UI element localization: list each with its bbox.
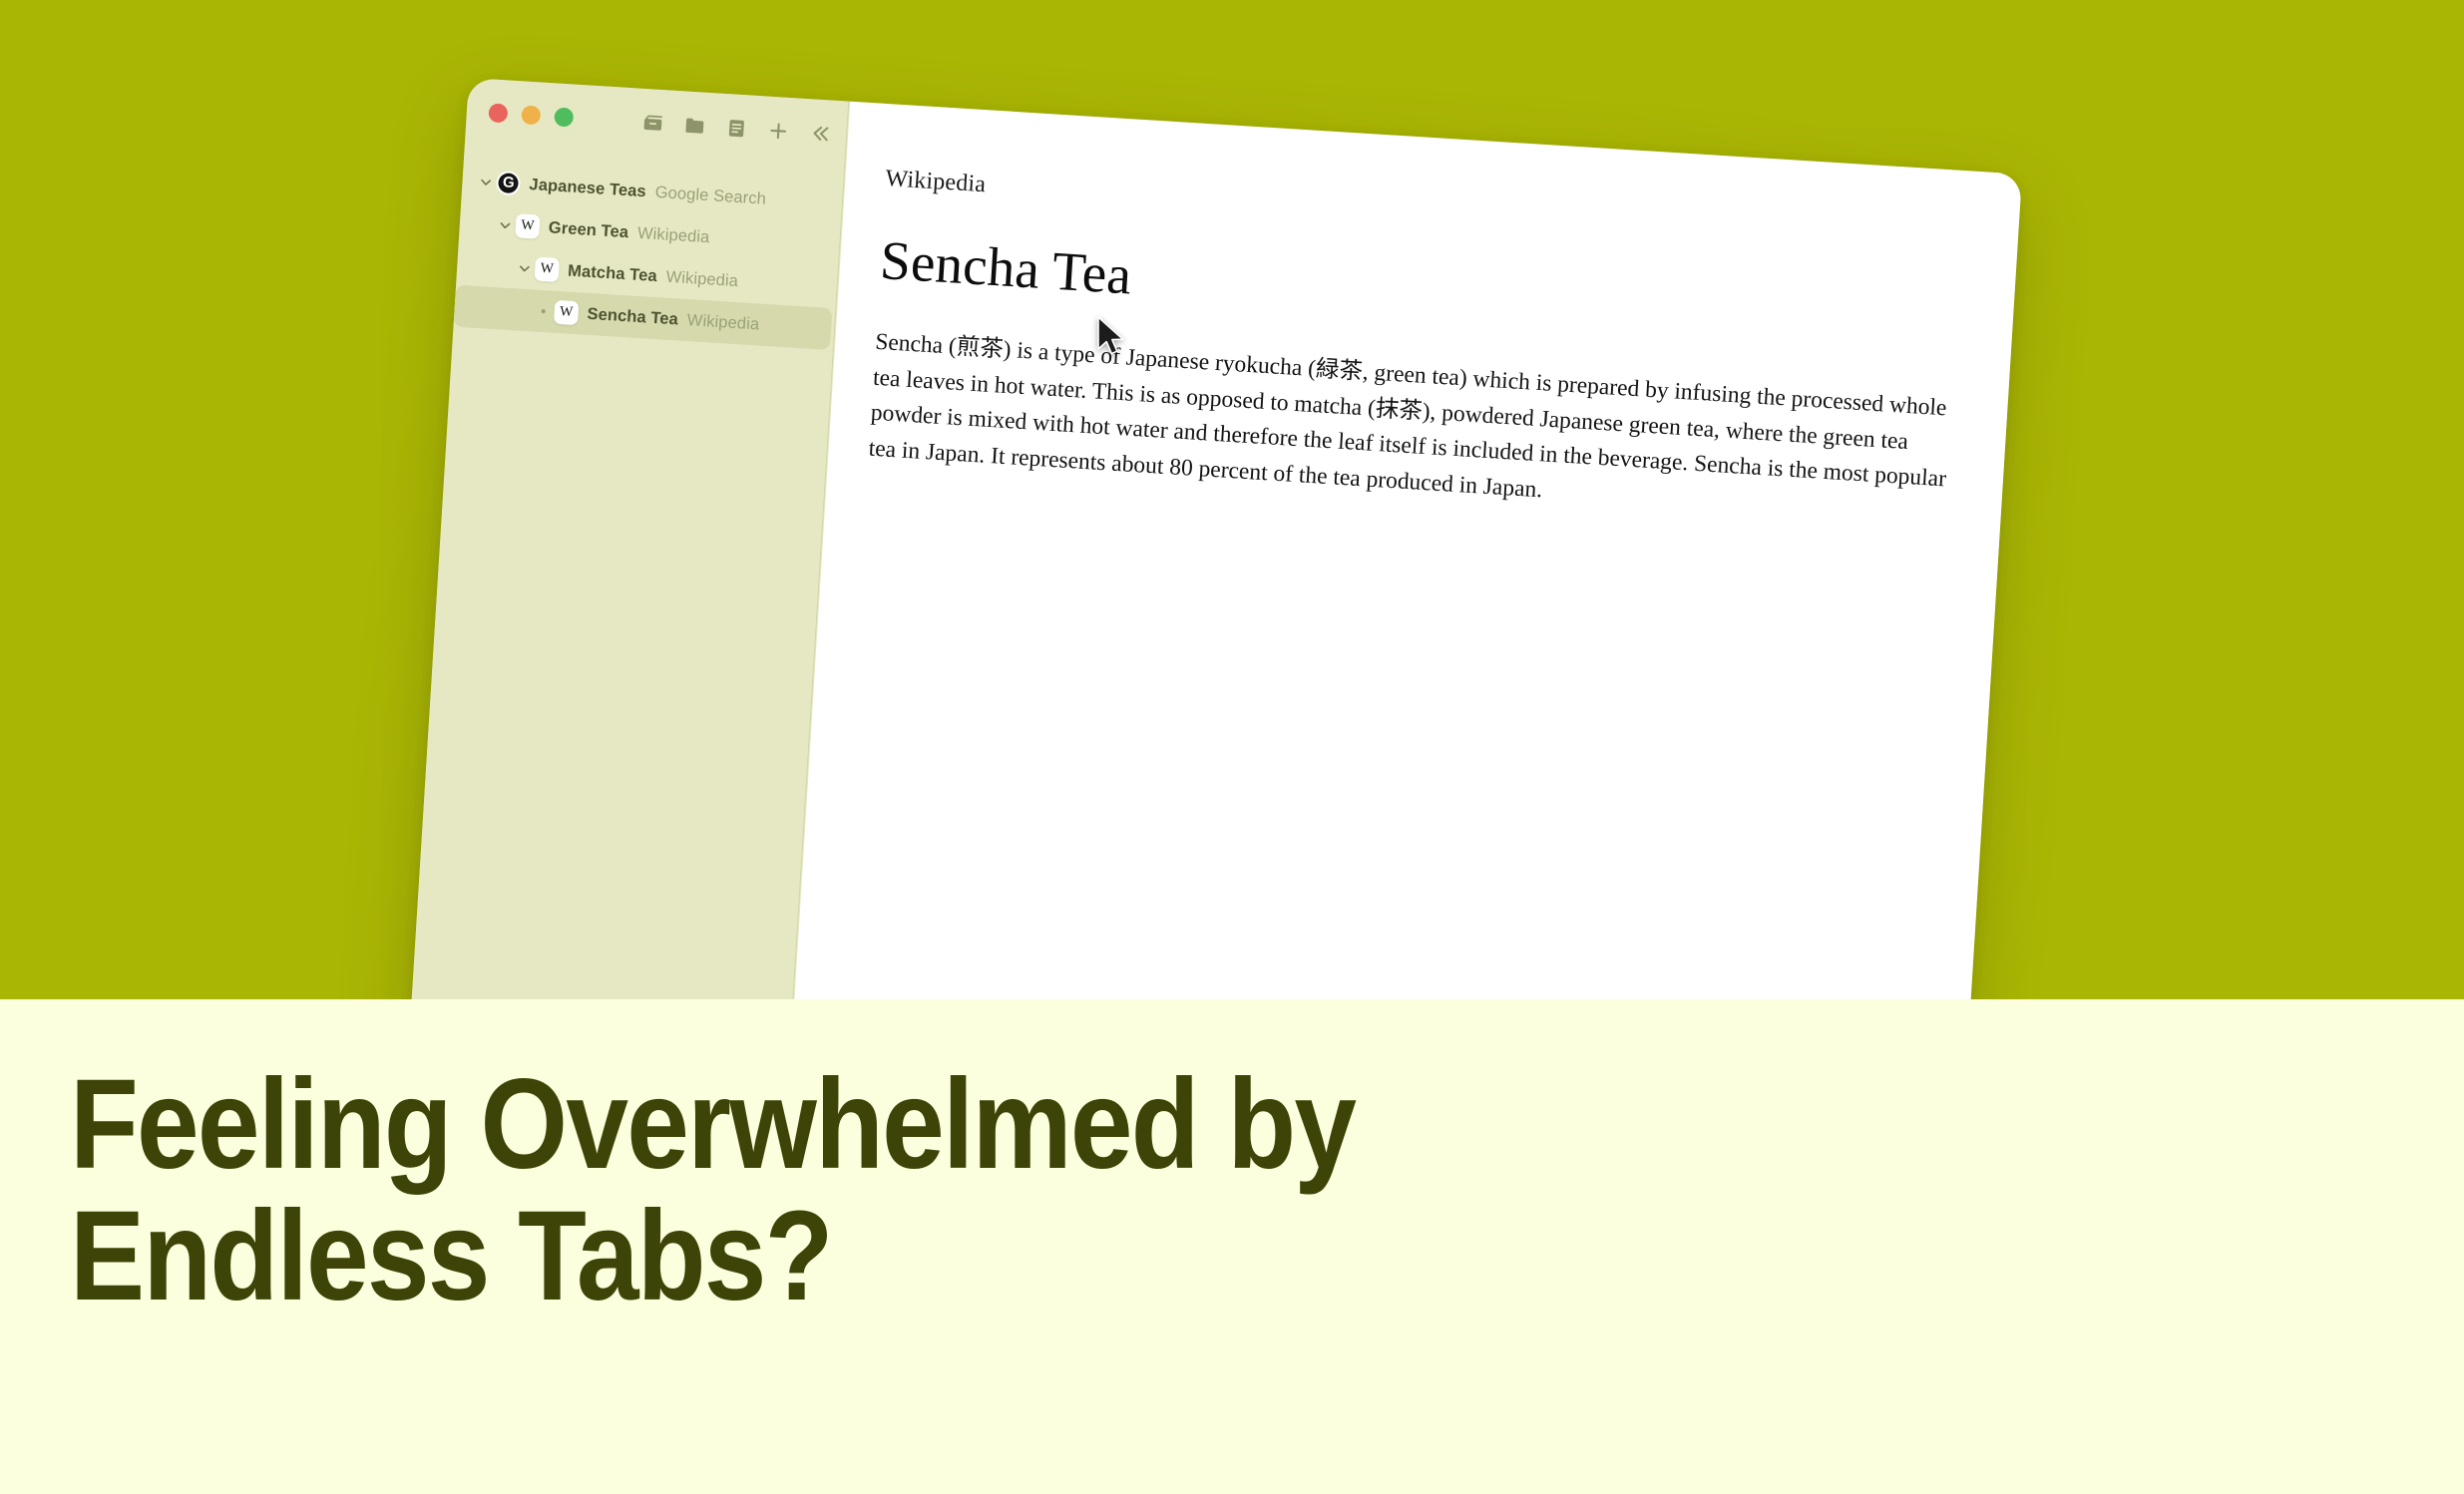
minimize-button[interactable] [521, 105, 542, 126]
tab-title: Japanese Teas [528, 175, 647, 200]
wikipedia-icon: W [515, 213, 541, 239]
wikipedia-icon: W [534, 256, 560, 282]
close-button[interactable] [488, 103, 509, 124]
chevron-down-icon[interactable] [493, 213, 516, 236]
wikipedia-icon-glyph: W [559, 304, 574, 320]
plus-icon[interactable] [766, 119, 791, 144]
headline-line-1: Feeling Overwhelmed by [70, 1053, 1357, 1196]
headline-line-2: Endless Tabs? [70, 1184, 833, 1327]
note-icon[interactable] [724, 116, 749, 141]
chevron-down-icon[interactable] [474, 171, 497, 193]
sidebar-toolbar [640, 111, 833, 147]
tree-leaf-dot-icon [532, 299, 555, 322]
tab-title: Sencha Tea [587, 304, 679, 328]
tab-tree: G Japanese Teas Google Search W Green Te… [453, 156, 845, 350]
browser-window-wrapper: G Japanese Teas Google Search W Green Te… [395, 78, 2023, 999]
wikipedia-icon: W [553, 299, 580, 326]
tab-source: Wikipedia [636, 223, 710, 246]
headline-section: Feeling Overwhelmed by Endless Tabs? [0, 999, 2464, 1494]
tab-source: Wikipedia [665, 267, 739, 290]
chevron-down-icon[interactable] [513, 256, 536, 279]
content-pane: Wikipedia Sencha Tea Sencha (煎茶) is a ty… [777, 101, 2023, 999]
hero-band: G Japanese Teas Google Search W Green Te… [0, 0, 2464, 999]
sidebar: G Japanese Teas Google Search W Green Te… [395, 78, 850, 999]
tab-title: Matcha Tea [567, 261, 658, 285]
headline: Feeling Overwhelmed by Endless Tabs? [70, 1059, 2001, 1322]
wikipedia-icon-glyph: W [520, 217, 535, 234]
zoom-button[interactable] [554, 107, 575, 128]
collapse-sidebar-icon[interactable] [807, 121, 832, 146]
tab-source: Wikipedia [686, 310, 760, 333]
google-icon-glyph: G [497, 173, 520, 194]
tab-source: Google Search [654, 183, 767, 208]
folder-icon[interactable] [682, 113, 707, 138]
article-body: Sencha (煎茶) is a type of Japanese ryokuc… [867, 328, 1948, 504]
window-traffic-lights [488, 103, 575, 128]
tab-title: Green Tea [548, 217, 629, 241]
browser-window: G Japanese Teas Google Search W Green Te… [395, 78, 2023, 999]
archive-box-icon[interactable] [640, 111, 665, 136]
google-icon: G [495, 170, 522, 196]
wikipedia-icon-glyph: W [540, 260, 555, 277]
page-stage: G Japanese Teas Google Search W Green Te… [0, 0, 2464, 1494]
